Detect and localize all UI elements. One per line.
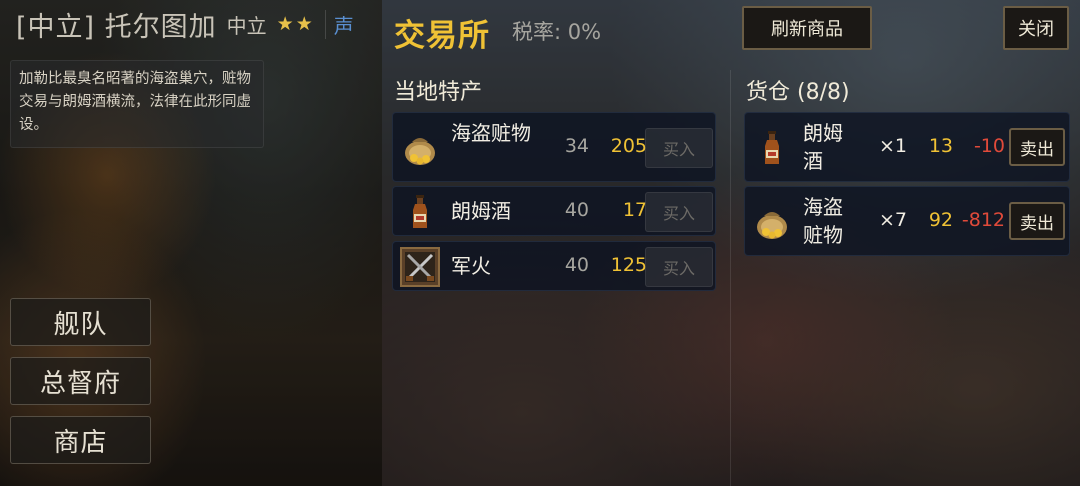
local-item-price: 205 <box>610 135 647 157</box>
local-item-row: 军火 40 125 买入 <box>392 241 716 291</box>
local-item-price: 125 <box>610 254 647 276</box>
buy-button[interactable]: 买入 <box>645 192 713 232</box>
sell-button[interactable]: 卖出 <box>1009 202 1065 240</box>
cargo-item-price: 92 <box>928 209 953 231</box>
shop-button[interactable]: 商店 <box>10 416 151 464</box>
buy-button[interactable]: 买入 <box>645 247 713 287</box>
fleet-button[interactable]: 舰队 <box>10 298 151 346</box>
cargo-item-name: 海盗赃物 <box>803 195 843 247</box>
local-item-row: 朗姆酒 40 17 买入 <box>392 186 716 236</box>
cargo-item-name: 朗姆酒 <box>803 121 843 173</box>
exchange-title: 交易所 <box>394 18 490 54</box>
cargo-item-row: 海盗赃物 ×7 92 -812 卖出 <box>744 186 1070 256</box>
local-item-qty: 40 <box>564 199 589 221</box>
port-header: [中立] 托尔图加 中立 ★★ 声 <box>16 6 382 42</box>
cargo-item-row: 朗姆酒 ×1 13 -10 卖出 <box>744 112 1070 182</box>
local-goods-title: 当地特产 <box>394 80 483 105</box>
local-item-name: 军火 <box>451 254 491 278</box>
cargo-title: 货仓 (8/8) <box>746 80 850 105</box>
buy-button[interactable]: 买入 <box>645 128 713 168</box>
local-item-name: 海盗赃物 <box>451 121 531 145</box>
weapons-crate-icon <box>399 246 441 288</box>
governor-button[interactable]: 总督府 <box>10 357 151 405</box>
local-item-row: 海盗赃物 34 205 买入 <box>392 112 716 182</box>
rum-bottle-icon <box>399 191 441 233</box>
local-item-qty: 40 <box>564 254 589 276</box>
cargo-item-price: 13 <box>928 135 953 157</box>
loot-bag-icon <box>399 127 441 169</box>
tax-rate: 税率: 0% <box>512 20 602 44</box>
column-divider <box>730 70 731 486</box>
exchange-panel: 交易所 税率: 0% 刷新商品 关闭 当地特产 货仓 (8/8) 海盗赃物 34… <box>382 0 1080 486</box>
port-description: 加勒比最臭名昭著的海盗巢穴，赃物交易与朗姆酒横流，法律在此形同虚设。 <box>10 60 264 148</box>
reputation-label: 声 <box>324 9 354 39</box>
cargo-item-count: ×7 <box>878 209 907 231</box>
rum-bottle-icon <box>751 127 793 169</box>
refresh-goods-button[interactable]: 刷新商品 <box>742 6 872 50</box>
cargo-item-profit: -812 <box>961 209 1005 231</box>
local-item-name: 朗姆酒 <box>451 199 511 223</box>
local-item-price: 17 <box>622 199 647 221</box>
port-rating-stars: ★★ <box>276 13 315 35</box>
cargo-item-count: ×1 <box>878 135 907 157</box>
local-item-qty: 34 <box>564 135 589 157</box>
cargo-item-profit: -10 <box>973 135 1005 157</box>
loot-bag-icon <box>751 201 793 243</box>
sell-button[interactable]: 卖出 <box>1009 128 1065 166</box>
close-button[interactable]: 关闭 <box>1003 6 1069 50</box>
port-stance: 中立 <box>226 13 267 38</box>
port-name: [中立] 托尔图加 <box>16 11 217 43</box>
